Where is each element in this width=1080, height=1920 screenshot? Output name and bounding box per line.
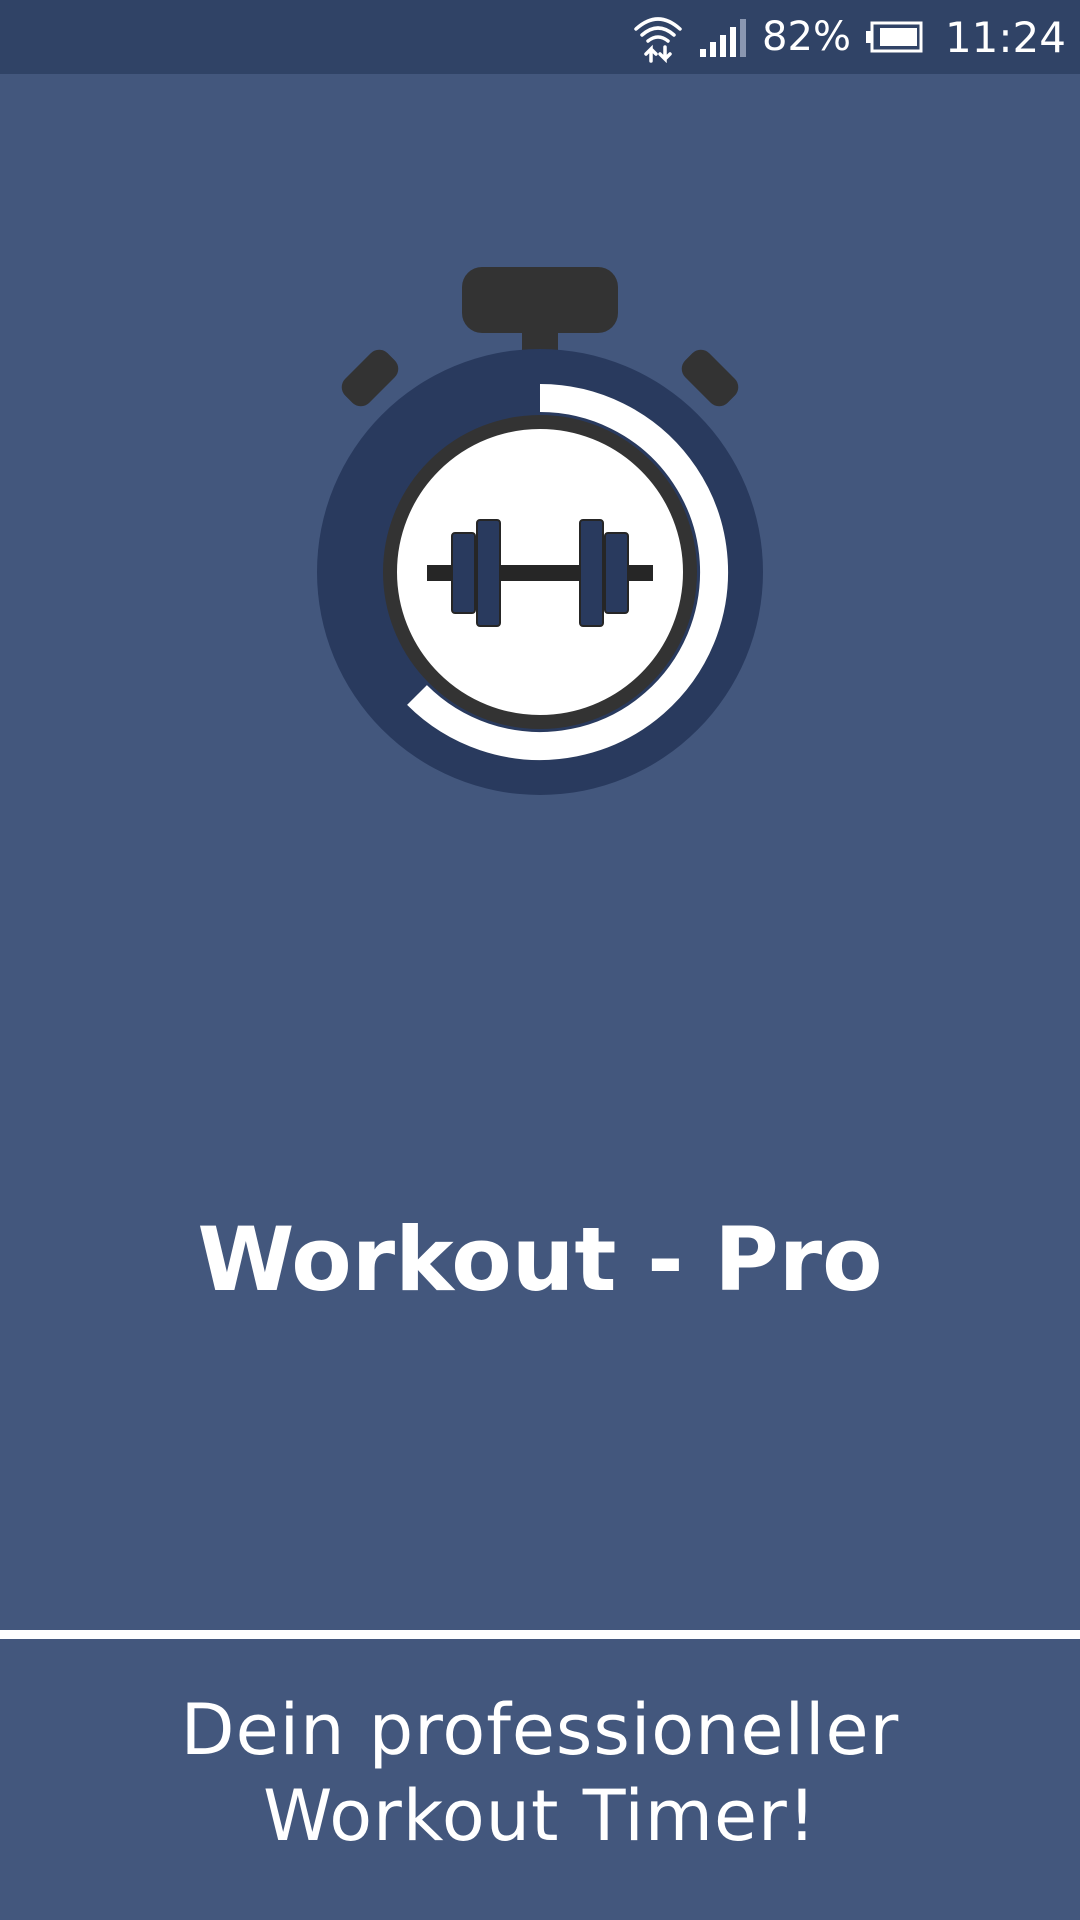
app-title: Workout - Pro — [197, 1208, 883, 1311]
divider — [0, 1630, 1080, 1639]
tagline: Dein professioneller Workout Timer! — [0, 1687, 1080, 1859]
wifi-data-icon — [632, 11, 684, 63]
clock-time: 11:24 — [944, 12, 1066, 62]
status-bar: 82% 11:24 — [0, 0, 1080, 74]
tagline-line-2: Workout Timer! — [263, 1775, 817, 1857]
status-icons: 82% 11:24 — [632, 0, 1066, 74]
tagline-line-1: Dein professioneller — [180, 1689, 900, 1771]
battery-icon — [865, 21, 923, 53]
battery-percent: 82% — [762, 14, 851, 60]
signal-icon — [698, 15, 748, 59]
stopwatch-dumbbell-icon — [315, 262, 765, 802]
